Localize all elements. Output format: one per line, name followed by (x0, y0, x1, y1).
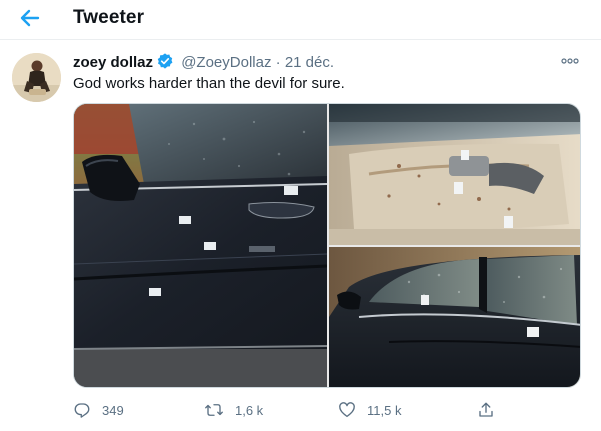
verified-badge-icon (156, 52, 174, 70)
reply-icon (73, 401, 91, 419)
tweet-text: God works harder than the devil for sure… (73, 75, 345, 92)
share-button[interactable] (477, 399, 495, 421)
tweet[interactable]: zoey dollaz @ZoeyDollaz · 21 déc. God wo… (0, 41, 601, 431)
like-button[interactable]: 11,5 k (338, 399, 401, 421)
share-icon (477, 401, 495, 419)
retweet-button[interactable]: 1,6 k (204, 399, 263, 421)
page-title: Tweeter (73, 7, 145, 28)
tweet-actions: 349 1,6 k 11,5 k (73, 399, 581, 421)
photo-car-door[interactable] (74, 104, 327, 387)
media-grid (73, 103, 581, 388)
avatar[interactable] (12, 53, 61, 102)
reply-count: 349 (102, 402, 124, 418)
author-name[interactable]: zoey dollaz (73, 54, 153, 71)
top-bar: Tweeter (0, 0, 601, 40)
photo-door-interior[interactable] (329, 104, 580, 245)
tweet-date[interactable]: 21 déc. (285, 54, 334, 71)
photo-shattered-windows[interactable] (329, 247, 580, 387)
heart-icon (338, 401, 356, 419)
retweet-icon (204, 401, 224, 419)
retweet-count: 1,6 k (235, 402, 264, 418)
like-count: 11,5 k (367, 402, 402, 418)
more-dots-icon[interactable] (556, 53, 584, 69)
author-handle[interactable]: @ZoeyDollaz (181, 54, 271, 71)
back-arrow-icon[interactable] (16, 6, 44, 30)
reply-button[interactable]: 349 (73, 399, 124, 421)
tweet-header: zoey dollaz @ZoeyDollaz · 21 déc. (73, 52, 334, 72)
meta-separator: · (275, 54, 281, 71)
